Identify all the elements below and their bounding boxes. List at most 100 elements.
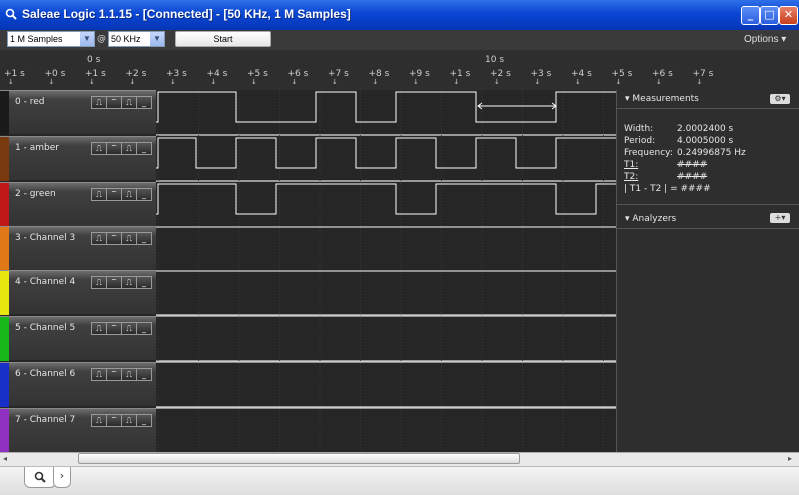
rising-edge-trigger-icon[interactable]: ⎍: [91, 142, 107, 155]
tick-marker-icon: ↓: [210, 78, 217, 86]
measurements-gear-button[interactable]: ⚙▾: [770, 94, 790, 104]
samples-select[interactable]: 1 M Samples ▼: [7, 31, 95, 47]
app-magnifier-icon: [5, 8, 17, 20]
falling-edge-trigger-icon[interactable]: ⎍: [121, 188, 137, 201]
channel-color-swatch: [0, 271, 9, 315]
t1-value: ####: [677, 160, 708, 170]
samples-value: 1 M Samples: [10, 34, 63, 44]
t2-label[interactable]: T2:: [624, 172, 638, 182]
tick-marker-icon: ↓: [494, 78, 500, 86]
low-level-trigger-icon[interactable]: _: [136, 188, 152, 201]
channel-label-panel[interactable]: 7 - Channel 7 ⎍ ‾ ⎍ _: [0, 408, 156, 453]
scroll-left-arrow-icon[interactable]: ◂: [3, 454, 7, 463]
channel-label-panel[interactable]: 0 - red ⎍ ‾ ⎍ _: [0, 90, 156, 135]
window-title: Saleae Logic 1.1.15 - [Connected] - [50 …: [22, 7, 351, 21]
add-analyzer-button[interactable]: +▾: [770, 213, 790, 223]
channel-label-panel[interactable]: 2 - green ⎍ ‾ ⎍ _: [0, 182, 156, 227]
channel-name: 3 - Channel 3: [15, 233, 76, 243]
high-level-trigger-icon[interactable]: ‾: [106, 96, 122, 109]
measurement-label: Period:: [624, 136, 656, 146]
channel-1-waveform: [156, 137, 616, 169]
rising-edge-trigger-icon[interactable]: ⎍: [91, 414, 107, 427]
tick-marker-icon: ↓: [291, 78, 298, 86]
high-level-trigger-icon[interactable]: ‾: [106, 232, 122, 245]
measurement-value: 0.24996875 Hz: [677, 148, 746, 158]
tick-marker-icon: ↓: [615, 78, 622, 86]
measurement-label: Frequency:: [624, 148, 673, 158]
rising-edge-trigger-icon[interactable]: ⎍: [91, 322, 107, 335]
rising-edge-trigger-icon[interactable]: ⎍: [91, 232, 107, 245]
falling-edge-trigger-icon[interactable]: ⎍: [121, 276, 137, 289]
time-ruler[interactable]: 0 s 10 s +1 s ↓ +0 s ↓ +1 s ↓ +2 s ↓ +3 s ↓ +4 s ↓ +…: [0, 50, 799, 91]
tick-marker-icon: ↓: [372, 78, 379, 86]
channel-label-panel[interactable]: 4 - Channel 4 ⎍ ‾ ⎍ _: [0, 270, 156, 315]
channel-name: 1 - amber: [15, 143, 59, 153]
low-level-trigger-icon[interactable]: _: [136, 96, 152, 109]
start-button[interactable]: Start: [175, 31, 271, 47]
channel-0-waveform: [156, 91, 616, 123]
tick-marker-icon: ↓: [170, 78, 176, 86]
rising-edge-trigger-icon[interactable]: ⎍: [91, 188, 107, 201]
falling-edge-trigger-icon[interactable]: ⎍: [121, 322, 137, 335]
options-menu[interactable]: Options ▾: [744, 34, 786, 45]
rising-edge-trigger-icon[interactable]: ⎍: [91, 276, 107, 289]
at-symbol: @: [97, 34, 106, 44]
channel-name: 5 - Channel 5: [15, 323, 76, 333]
analyzers-header[interactable]: ▾ Analyzers: [625, 214, 676, 224]
scrollbar-thumb[interactable]: [78, 453, 520, 464]
tick-marker-icon: ↓: [534, 78, 541, 86]
maximize-button[interactable]: □: [760, 6, 779, 25]
channel-color-swatch: [0, 409, 9, 453]
close-button[interactable]: ✕: [779, 6, 798, 25]
analyzers-title: Analyzers: [632, 214, 677, 224]
channel-label-panel[interactable]: 3 - Channel 3 ⎍ ‾ ⎍ _: [0, 226, 156, 271]
t1-label[interactable]: T1:: [624, 160, 638, 170]
bottom-bar: [0, 466, 799, 495]
next-tab[interactable]: ›: [53, 467, 71, 488]
low-level-trigger-icon[interactable]: _: [136, 414, 152, 427]
t-delta-label: | T1 - T2 | = ####: [624, 184, 711, 194]
scroll-right-arrow-icon[interactable]: ▸: [788, 454, 792, 463]
tick-marker-icon: ↓: [332, 78, 338, 86]
falling-edge-trigger-icon[interactable]: ⎍: [121, 96, 137, 109]
tick-marker-icon: ↓: [251, 78, 257, 86]
low-level-trigger-icon[interactable]: _: [136, 142, 152, 155]
tick-marker-icon: ↓: [129, 78, 136, 86]
high-level-trigger-icon[interactable]: ‾: [106, 322, 122, 335]
major-tick-label: 0 s: [87, 55, 101, 65]
channel-color-swatch: [0, 317, 9, 361]
minimize-button[interactable]: _: [741, 6, 760, 25]
measurement-marker: [477, 102, 557, 110]
channel-color-swatch: [0, 91, 9, 135]
falling-edge-trigger-icon[interactable]: ⎍: [121, 232, 137, 245]
low-level-trigger-icon[interactable]: _: [136, 232, 152, 245]
high-level-trigger-icon[interactable]: ‾: [106, 188, 122, 201]
measurements-header[interactable]: ▾ Measurements: [625, 94, 699, 104]
waveform-area[interactable]: [156, 90, 616, 452]
search-tab[interactable]: [24, 467, 56, 488]
low-level-trigger-icon[interactable]: _: [136, 322, 152, 335]
major-tick-label: 10 s: [485, 55, 505, 65]
high-level-trigger-icon[interactable]: ‾: [106, 414, 122, 427]
rate-value: 50 KHz: [111, 34, 141, 44]
channel-color-swatch: [0, 183, 9, 227]
channel-color-swatch: [0, 227, 9, 271]
low-level-trigger-icon[interactable]: _: [136, 276, 152, 289]
rate-dropdown-chevron-icon[interactable]: ▼: [150, 32, 164, 46]
rising-edge-trigger-icon[interactable]: ⎍: [91, 368, 107, 381]
falling-edge-trigger-icon[interactable]: ⎍: [121, 414, 137, 427]
rising-edge-trigger-icon[interactable]: ⎍: [91, 96, 107, 109]
rate-select[interactable]: 50 KHz ▼: [108, 31, 165, 47]
high-level-trigger-icon[interactable]: ‾: [106, 276, 122, 289]
channel-label-panel[interactable]: 1 - amber ⎍ ‾ ⎍ _: [0, 136, 156, 181]
divider: [617, 204, 799, 205]
falling-edge-trigger-icon[interactable]: ⎍: [121, 368, 137, 381]
channel-label-panel[interactable]: 6 - Channel 6 ⎍ ‾ ⎍ _: [0, 362, 156, 407]
high-level-trigger-icon[interactable]: ‾: [106, 368, 122, 381]
t2-value: ####: [677, 172, 708, 182]
high-level-trigger-icon[interactable]: ‾: [106, 142, 122, 155]
low-level-trigger-icon[interactable]: _: [136, 368, 152, 381]
samples-dropdown-chevron-icon[interactable]: ▼: [80, 32, 94, 46]
falling-edge-trigger-icon[interactable]: ⎍: [121, 142, 137, 155]
channel-label-panel[interactable]: 5 - Channel 5 ⎍ ‾ ⎍ _: [0, 316, 156, 361]
